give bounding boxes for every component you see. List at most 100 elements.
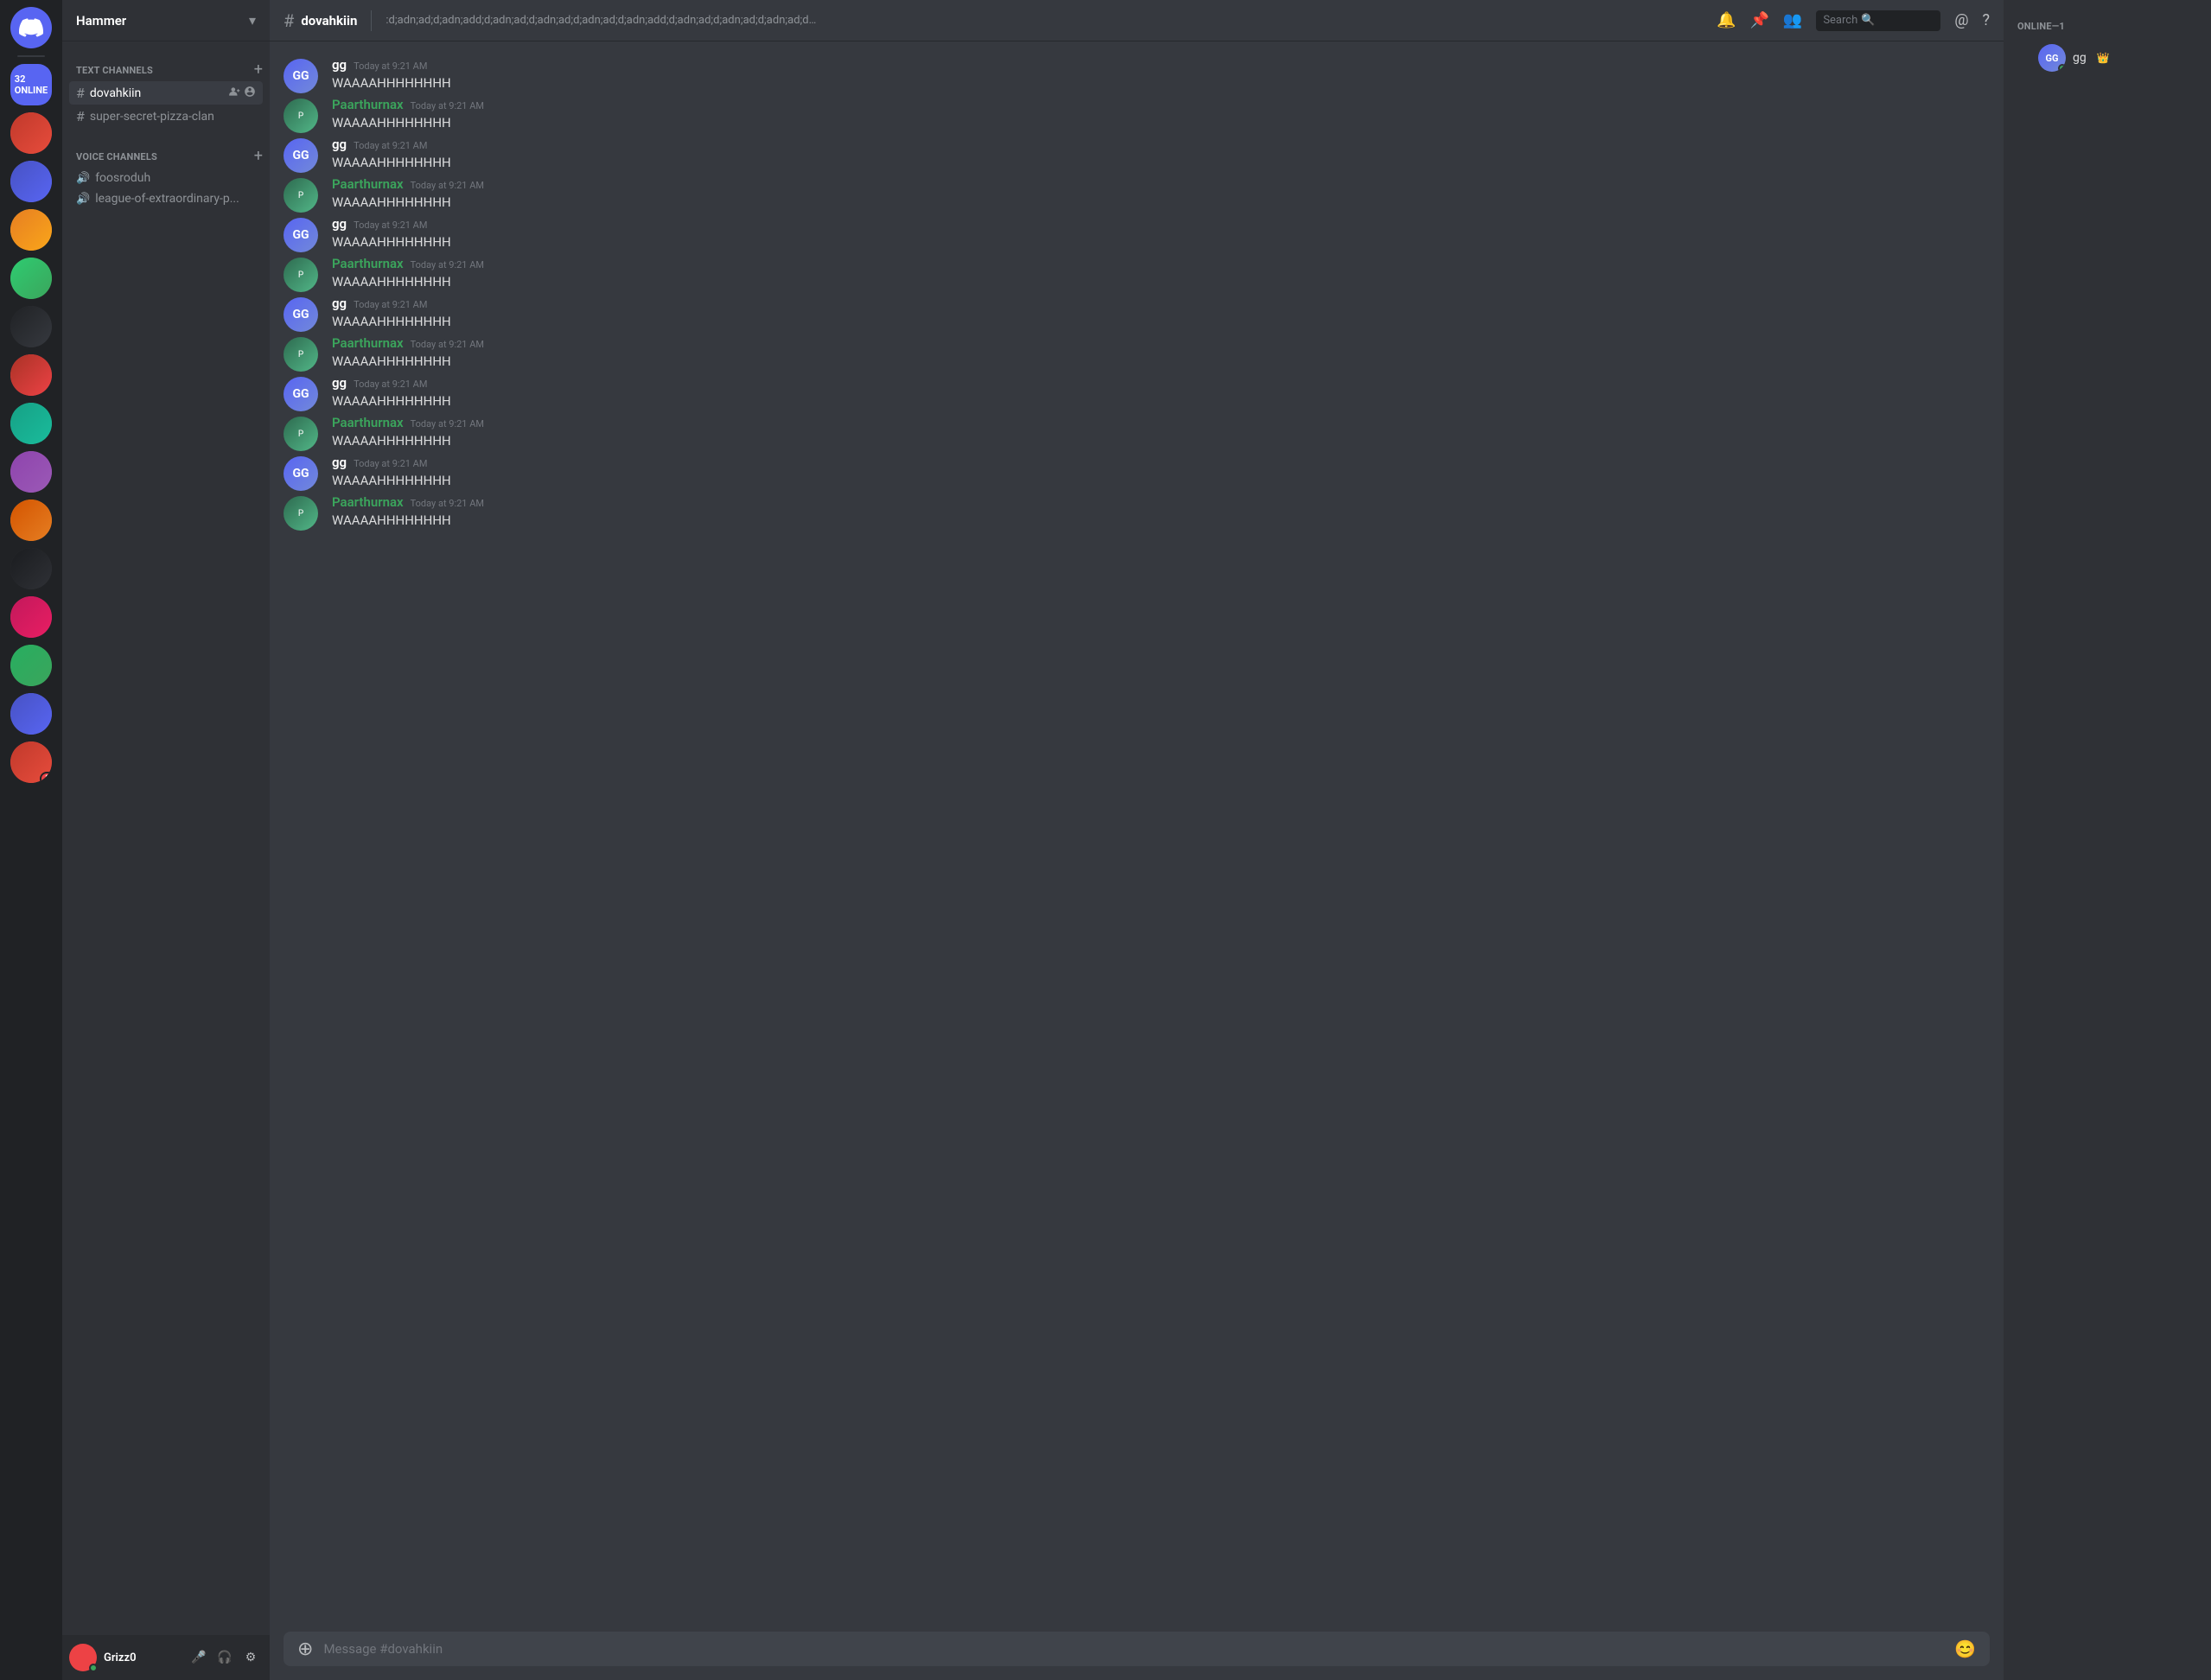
search-bar[interactable]: Search 🔍 — [1816, 10, 1940, 31]
message-author[interactable]: gg — [332, 375, 347, 391]
mute-button[interactable]: 🎤 — [187, 1645, 211, 1670]
server-icon-9[interactable] — [10, 500, 52, 541]
members-icon[interactable]: 👥 — [1783, 11, 1802, 29]
message-text: WAAAAHHHHHHHH — [332, 432, 1990, 450]
server-header[interactable]: Hammer ▾ — [62, 0, 270, 41]
server-icon-main[interactable]: 32ONLINE — [10, 64, 52, 105]
message-avatar: GG — [284, 456, 318, 491]
server-icon-7[interactable] — [10, 403, 52, 444]
server-icon-6[interactable] — [10, 354, 52, 396]
message-author[interactable]: gg — [332, 455, 347, 470]
channel-name-foosroduh: foosroduh — [95, 171, 256, 185]
message-text: WAAAAHHHHHHHH — [332, 392, 1990, 410]
voice-channels-category[interactable]: VOICE CHANNELS + — [62, 135, 270, 168]
message-header: Paarthurnax Today at 9:21 AM — [332, 415, 1990, 430]
member-name-gg: gg — [2073, 51, 2087, 65]
text-channel-icon: # — [76, 85, 85, 101]
message-author[interactable]: Paarthurnax — [332, 415, 404, 430]
add-voice-channel-button[interactable]: + — [254, 149, 263, 164]
bell-icon[interactable]: 🔔 — [1717, 11, 1736, 29]
channel-foosroduh[interactable]: 🔊 foosroduh — [69, 168, 263, 188]
message-text: WAAAAHHHHHHHH — [332, 114, 1990, 132]
message-author[interactable]: gg — [332, 216, 347, 232]
message-author[interactable]: Paarthurnax — [332, 335, 404, 351]
message-timestamp: Today at 9:21 AM — [411, 418, 484, 430]
message-author[interactable]: gg — [332, 57, 347, 73]
online-section-title: ONLINE—1 — [2017, 21, 2197, 32]
server-icon-14[interactable]: 3 — [10, 741, 52, 783]
channel-dovahkiin[interactable]: # dovahkiin — [69, 81, 263, 105]
server-icon-2[interactable] — [10, 161, 52, 202]
member-gg-avatar: GG — [2038, 44, 2066, 72]
message-text: WAAAAHHHHHHHH — [332, 273, 1990, 291]
message-content: Paarthurnax Today at 9:21 AM WAAAAHHHHHHHH — [332, 335, 1990, 372]
text-channels-category[interactable]: TEXT CHANNELS + — [62, 48, 270, 81]
add-member-icon[interactable] — [228, 86, 240, 101]
message-author[interactable]: Paarthurnax — [332, 176, 404, 192]
help-icon[interactable]: ? — [1982, 11, 1990, 29]
message-author[interactable]: gg — [332, 137, 347, 152]
server-icon-3[interactable] — [10, 209, 52, 251]
message-header: PaarthurnaxToday at 9:21 AM — [332, 176, 1990, 192]
message-avatar: GG — [284, 138, 318, 173]
message-text: WAAAAHHHHHHHH — [332, 353, 1990, 371]
message-content: PaarthurnaxToday at 9:21 AMWAAAAHHHHHHHH — [332, 256, 1990, 292]
emoji-button[interactable]: 😊 — [1954, 1639, 1976, 1659]
server-icon-8[interactable] — [10, 451, 52, 493]
message-group: PPaarthurnaxToday at 9:21 AMWAAAAHHHHHHH… — [270, 95, 2004, 135]
chat-input-wrapper: ⊕ 😊 — [284, 1632, 1990, 1666]
channel-name-league: league-of-extraordinary-p... — [95, 192, 256, 206]
message-author[interactable]: Paarthurnax — [332, 256, 404, 271]
message-author[interactable]: Paarthurnax — [332, 494, 404, 510]
messages-area[interactable]: GGggToday at 9:21 AMWAAAAHHHHHHHH😊⋮PPaar… — [270, 41, 2004, 1632]
channel-hash-icon: # — [284, 10, 294, 31]
message-author[interactable]: gg — [332, 296, 347, 311]
message-author[interactable]: Paarthurnax — [332, 97, 404, 112]
members-sidebar: ONLINE—1 GG gg 👑 — [2004, 0, 2211, 1680]
deafen-button[interactable]: 🎧 — [213, 1645, 237, 1670]
message-group: GGggToday at 9:21 AMWAAAAHHHHHHHH😊⋮ — [270, 135, 2004, 175]
server-icon-4[interactable] — [10, 258, 52, 299]
channel-pizza[interactable]: # super-secret-pizza-clan — [69, 105, 263, 128]
server-icon-13[interactable] — [10, 693, 52, 735]
channel-league[interactable]: 🔊 league-of-extraordinary-p... — [69, 188, 263, 209]
message-header: PaarthurnaxToday at 9:21 AM — [332, 494, 1990, 510]
channel-sidebar: Hammer ▾ TEXT CHANNELS + # dovahkiin # s… — [62, 0, 270, 1680]
text-channel-icon-2: # — [76, 108, 85, 124]
server-icon-10[interactable] — [10, 548, 52, 589]
message-content: ggToday at 9:21 AMWAAAAHHHHHHHH — [332, 296, 1990, 332]
server-dropdown-chevron: ▾ — [249, 12, 256, 29]
user-settings-button[interactable]: ⚙ — [239, 1645, 263, 1670]
add-text-channel-button[interactable]: + — [254, 62, 263, 78]
chat-area: # dovahkiin :d;adn;ad;d;adn;add;d;adn;ad… — [270, 0, 2004, 1680]
message-input[interactable] — [323, 1632, 1944, 1666]
message-content: PaarthurnaxToday at 9:21 AM WAAAAHHHHHHHH — [332, 494, 1990, 531]
chat-header: # dovahkiin :d;adn;ad;d;adn;add;d;adn;ad… — [270, 0, 2004, 41]
server-icon-5[interactable] — [10, 306, 52, 347]
channel-topic: :d;adn;ad;d;adn;add;d;adn;ad;d;adn;ad;d;… — [385, 14, 818, 27]
message-avatar: GG — [284, 377, 318, 411]
message-header: ggToday at 9:21 AM — [332, 137, 1990, 152]
message-header: ggToday at 9:21 AM — [332, 296, 1990, 311]
user-info: Grizz0 — [104, 1651, 180, 1664]
channel-actions — [228, 86, 256, 101]
channel-settings-icon[interactable] — [244, 86, 256, 101]
message-avatar: P — [284, 178, 318, 213]
header-divider — [371, 10, 372, 31]
chat-input-area: ⊕ 😊 — [270, 1632, 2004, 1680]
members-header: ONLINE—1 GG gg 👑 — [2004, 0, 2211, 84]
member-crown-icon: 👑 — [2097, 52, 2110, 64]
add-attachment-button[interactable]: ⊕ — [297, 1639, 313, 1660]
server-icon-1[interactable] — [10, 112, 52, 154]
message-avatar: P — [284, 99, 318, 133]
message-timestamp: Today at 9:21 AM — [411, 339, 484, 350]
at-icon[interactable]: @ — [1954, 11, 1968, 29]
message-timestamp: Today at 9:21 AM — [354, 60, 427, 72]
message-text: WAAAAHHHHHHHH — [332, 512, 1990, 530]
server-name: Hammer — [76, 13, 126, 29]
pin-icon[interactable]: 📌 — [1749, 11, 1768, 29]
server-icon-11[interactable] — [10, 596, 52, 638]
discord-home-button[interactable] — [10, 7, 52, 48]
server-icon-12[interactable] — [10, 645, 52, 686]
member-gg[interactable]: GG gg 👑 — [2024, 39, 2190, 77]
